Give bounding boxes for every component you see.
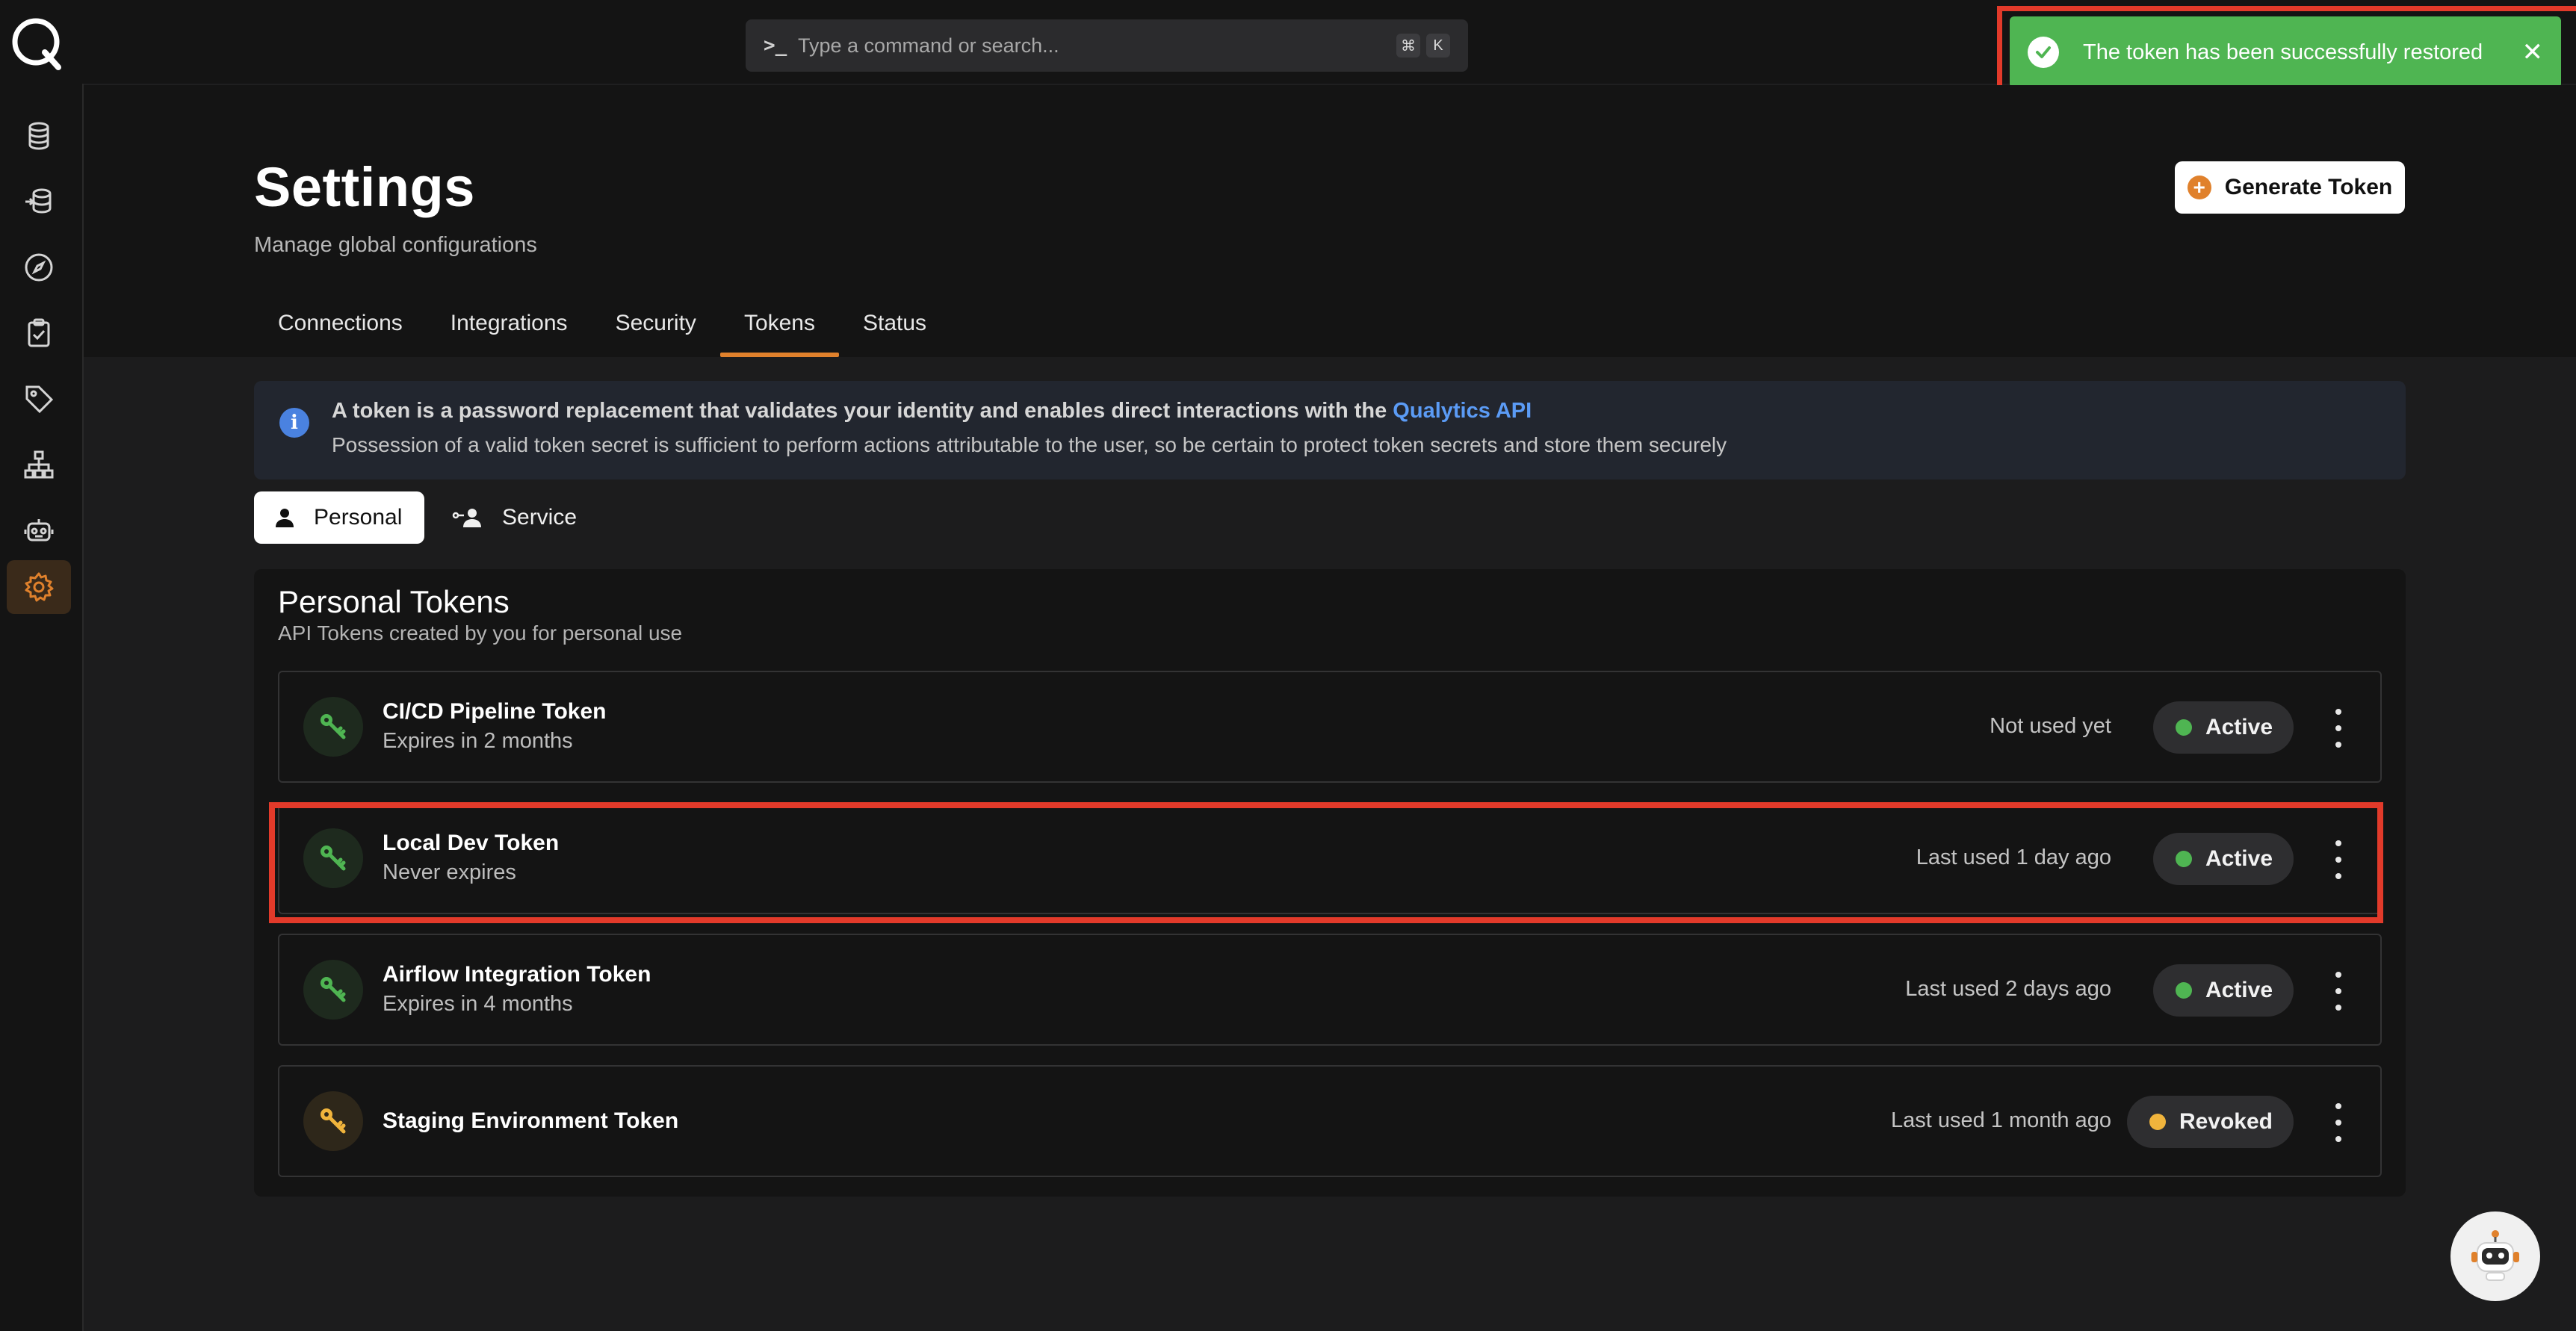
generate-token-button[interactable]: + Generate Token (2175, 161, 2405, 214)
hierarchy-icon (24, 450, 54, 479)
settings-tabs: Connections Integrations Security Tokens… (254, 299, 950, 357)
token-name: Staging Environment Token (383, 1108, 679, 1133)
info-banner-text: A token is a password replacement that v… (332, 399, 1393, 423)
token-name: Airflow Integration Token (383, 962, 651, 987)
command-search-bar[interactable]: >_ ⌘ K (746, 19, 1468, 72)
page-subtitle: Manage global configurations (254, 233, 537, 257)
sidebar-item-datastores[interactable] (7, 109, 71, 163)
service-user-icon (452, 509, 481, 527)
status-dot-icon (2175, 719, 2192, 736)
info-icon: i (279, 408, 309, 438)
sidebar (0, 84, 84, 1331)
status-label: Active (2205, 978, 2273, 1002)
sidebar-item-lineage[interactable] (7, 438, 71, 491)
tab-security[interactable]: Security (592, 299, 720, 345)
status-badge: Revoked (2126, 1096, 2294, 1148)
token-last-used: Last used 2 days ago (1905, 977, 2111, 1001)
tab-tokens[interactable]: Tokens (719, 299, 840, 357)
token-row[interactable]: CI/CD Pipeline Token Expires in 2 months… (278, 671, 2382, 783)
user-icon (276, 509, 294, 527)
sidebar-item-checks[interactable] (7, 306, 71, 360)
key-icon (303, 697, 363, 757)
segment-service-label: Service (502, 505, 578, 530)
token-expiry: Expires in 4 months (383, 992, 573, 1016)
panel-subtitle: API Tokens created by you for personal u… (278, 621, 683, 645)
token-expiry: Expires in 2 months (383, 729, 573, 753)
status-dot-icon (2175, 982, 2192, 999)
token-row[interactable]: Airflow Integration Token Expires in 4 m… (278, 934, 2382, 1046)
status-dot-icon (2149, 1114, 2166, 1130)
segment-personal-label: Personal (314, 505, 403, 530)
command-search-input[interactable] (796, 33, 1387, 58)
success-toast: The token has been successfully restored… (2010, 16, 2561, 88)
robot-icon (24, 519, 54, 542)
status-label: Revoked (2179, 1109, 2273, 1134)
segment-personal[interactable]: Personal (254, 491, 424, 544)
page-title: Settings (254, 156, 475, 218)
qualytics-logo[interactable] (7, 13, 67, 73)
row-highlight-frame (269, 802, 2383, 923)
qualytics-api-link[interactable]: Qualytics API (1393, 399, 1532, 423)
info-banner: i A token is a password replacement that… (254, 381, 2406, 480)
status-badge: Active (2152, 964, 2294, 1017)
sidebar-item-agents[interactable] (7, 503, 71, 557)
clipboard-check-icon (28, 318, 50, 347)
k-key-icon: K (1426, 34, 1450, 58)
datastore-stack-icon (25, 188, 52, 214)
tab-integrations[interactable]: Integrations (427, 299, 592, 345)
more-options-icon[interactable] (2332, 709, 2344, 748)
token-last-used: Last used 1 month ago (1890, 1108, 2111, 1132)
sidebar-item-explore[interactable] (7, 241, 71, 294)
info-banner-line1: A token is a password replacement that v… (332, 399, 1532, 424)
token-name: CI/CD Pipeline Token (383, 699, 607, 724)
token-last-used: Not used yet (1990, 714, 2111, 738)
segment-service[interactable]: Service (445, 491, 595, 544)
check-circle-icon (2028, 37, 2059, 68)
tab-status[interactable]: Status (839, 299, 950, 345)
terminal-prompt-icon: >_ (764, 34, 787, 57)
tab-connections[interactable]: Connections (254, 299, 427, 345)
more-options-icon[interactable] (2332, 1103, 2344, 1142)
command-key-icon: ⌘ (1396, 34, 1420, 58)
panel-title: Personal Tokens (278, 584, 510, 619)
generate-token-label: Generate Token (2224, 175, 2393, 199)
status-badge: Active (2152, 701, 2294, 754)
toast-message: The token has been successfully restored (2083, 40, 2483, 64)
status-label: Active (2205, 715, 2273, 739)
assistant-bot-button[interactable] (2450, 1211, 2540, 1301)
database-icon (28, 122, 49, 150)
sidebar-item-tags[interactable] (7, 372, 71, 426)
info-banner-line2: Possession of a valid token secret is su… (332, 433, 1727, 456)
compass-icon (25, 253, 53, 282)
robot-assistant-icon (2471, 1230, 2519, 1281)
tag-icon (25, 385, 54, 414)
token-row[interactable]: Staging Environment Token Last used 1 mo… (278, 1065, 2382, 1177)
gear-icon (25, 572, 54, 602)
toast-close-icon[interactable]: ✕ (2522, 37, 2544, 67)
plus-circle-icon: + (2187, 176, 2211, 199)
more-options-icon[interactable] (2332, 972, 2344, 1011)
key-icon (303, 960, 363, 1020)
sidebar-item-enrichment[interactable] (7, 175, 71, 229)
key-icon (303, 1091, 363, 1151)
sidebar-item-settings[interactable] (7, 560, 71, 614)
